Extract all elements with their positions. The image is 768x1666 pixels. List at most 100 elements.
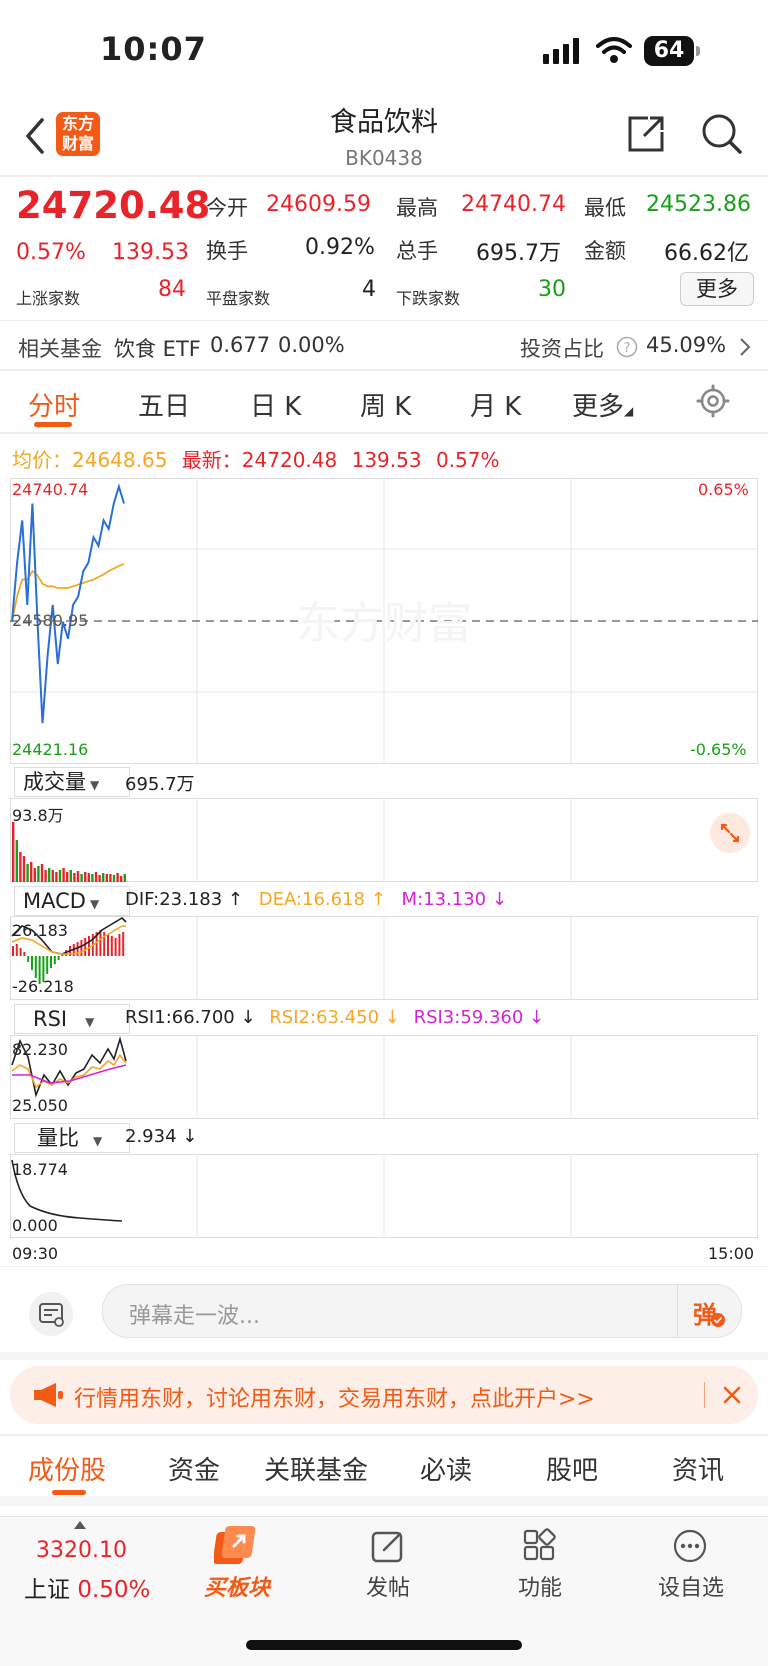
macd-bar — [46, 956, 49, 974]
close-icon[interactable] — [722, 1385, 742, 1405]
buy-sector-label[interactable]: 买板块 — [204, 1570, 270, 1602]
tab-related-fund[interactable]: 关联基金 — [264, 1450, 368, 1487]
macd-selector[interactable]: MACD ▼ — [14, 886, 130, 916]
dropdown-icon: ▼ — [93, 1134, 103, 1148]
macd-bar — [88, 936, 90, 956]
chart-info: 均价：24648.65 最新：24720.48 139.53 0.57% — [12, 444, 499, 473]
amount-value: 66.62亿 — [664, 241, 749, 266]
tab-capital[interactable]: 资金 — [168, 1450, 220, 1487]
lb-value: 2.934 ↓ — [125, 1126, 198, 1147]
index-info[interactable]: 上证 0.50% — [24, 1570, 150, 1604]
share-icon[interactable] — [624, 112, 668, 156]
volume-bar — [30, 862, 33, 882]
macd-m: M:13.130 ↓ — [401, 889, 507, 910]
volume-bar — [84, 872, 87, 882]
rsi2: RSI2:63.450 ↓ — [269, 1007, 400, 1028]
volume-bar — [22, 856, 26, 882]
tab-news[interactable]: 资讯 — [672, 1450, 724, 1487]
latest-change: 139.53 — [351, 448, 422, 472]
promo-banner[interactable]: 行情用东财，讨论用东财，交易用东财，点此开户>> — [10, 1366, 758, 1424]
rsi-selector[interactable]: RSI ▼ — [14, 1004, 130, 1034]
volume-bar — [87, 873, 90, 882]
lb-min: 0.000 — [12, 1216, 58, 1235]
rsi1: RSI1:66.700 ↓ — [125, 1007, 256, 1028]
danmu-toggle[interactable]: 弹 — [693, 1295, 725, 1330]
tab-more[interactable]: 更多◢ — [572, 386, 633, 423]
more-button[interactable]: 更多 — [680, 272, 754, 306]
comment-input[interactable]: 弹幕走一波... 弹 — [102, 1284, 742, 1338]
volume-bar — [44, 870, 47, 882]
chevron-right-icon[interactable] — [738, 336, 752, 358]
tab-monthly-k[interactable]: 月 K — [470, 386, 521, 423]
time-start: 09:30 — [12, 1244, 59, 1263]
volume-bar — [112, 875, 116, 882]
volume-total: 695.7万 — [125, 774, 195, 795]
volume-bar — [33, 868, 36, 882]
banner-text: 行情用东财，讨论用东财，交易用东财，点此开户>> — [74, 1387, 595, 1412]
macd-bar — [118, 934, 121, 956]
watchlist-label[interactable]: 设自选 — [658, 1570, 724, 1602]
volume-bar — [80, 874, 83, 882]
tab-daily-k[interactable]: 日 K — [250, 386, 301, 423]
post-label[interactable]: 发帖 — [366, 1570, 410, 1602]
signal-icon — [543, 38, 579, 64]
macd-bar — [19, 948, 22, 956]
macd-bar — [15, 944, 18, 956]
search-icon[interactable] — [700, 112, 744, 156]
expand-button[interactable] — [710, 813, 750, 853]
volume-bar — [105, 874, 108, 882]
wifi-icon — [596, 37, 632, 63]
low-label: 最低 — [584, 196, 626, 220]
tab-intraday[interactable]: 分时 — [28, 386, 80, 423]
index-pct: 0.50% — [77, 1577, 151, 1603]
more-dots-icon[interactable] — [672, 1528, 708, 1564]
fund-change: 0.00% — [278, 333, 345, 357]
time-end: 15:00 — [708, 1244, 755, 1263]
rsi-min: 25.050 — [12, 1096, 68, 1115]
function-icon[interactable] — [522, 1528, 558, 1564]
check-icon — [711, 1313, 725, 1327]
settings-icon[interactable] — [696, 384, 730, 418]
rsi-chart — [10, 1035, 758, 1119]
change-value: 139.53 — [112, 240, 189, 265]
comment-list-icon[interactable] — [28, 1291, 74, 1337]
macd-min: -26.218 — [12, 977, 74, 996]
volume-selector[interactable]: 成交量 ▼ — [14, 767, 130, 797]
comment-placeholder: 弹幕走一波... — [129, 1304, 260, 1329]
lb-selector[interactable]: 量比 ▼ — [14, 1123, 130, 1153]
buy-sector-icon[interactable] — [214, 1524, 260, 1568]
tab-constituents[interactable]: 成份股 — [28, 1450, 106, 1487]
volume-bar — [66, 872, 69, 882]
macd-bar — [76, 942, 79, 956]
tab-must-read[interactable]: 必读 — [420, 1450, 472, 1487]
volume-bar — [98, 875, 101, 882]
post-icon[interactable] — [370, 1528, 406, 1564]
high-label: 最高 — [396, 196, 438, 220]
tab-weekly-k[interactable]: 周 K — [360, 386, 411, 423]
intraday-chart[interactable]: 东方财富 — [10, 478, 758, 764]
fund-name[interactable]: 饮食 ETF — [114, 333, 201, 363]
price-axis-mid: 24580.95 — [12, 611, 89, 630]
macd-bar — [122, 932, 125, 956]
volume-bar — [91, 874, 94, 882]
section-gap — [0, 1352, 768, 1360]
volume-bar — [69, 870, 72, 882]
index-name: 上证 — [24, 1577, 70, 1603]
macd-bar — [57, 956, 60, 960]
battery-icon: 64 — [644, 36, 694, 66]
tab-forum[interactable]: 股吧 — [546, 1450, 598, 1487]
divider — [0, 369, 768, 371]
volume-bar — [51, 870, 54, 882]
tab-5day[interactable]: 五日 — [138, 386, 190, 423]
watermark: 东方财富 — [296, 598, 472, 649]
help-icon[interactable]: ? — [616, 336, 638, 358]
volume-bar — [55, 872, 58, 882]
rsi-values: RSI1:66.700 ↓ RSI2:63.450 ↓ RSI3:59.360 … — [125, 1007, 544, 1028]
function-label[interactable]: 功能 — [518, 1570, 562, 1602]
index-value[interactable]: 3320.10 — [36, 1538, 127, 1563]
macd-bar — [50, 956, 52, 968]
lb-tab-label: 量比 — [37, 1126, 79, 1150]
macd-bar — [107, 934, 109, 956]
volume-bar — [19, 852, 22, 882]
volume-tab-label: 成交量 — [23, 770, 86, 794]
